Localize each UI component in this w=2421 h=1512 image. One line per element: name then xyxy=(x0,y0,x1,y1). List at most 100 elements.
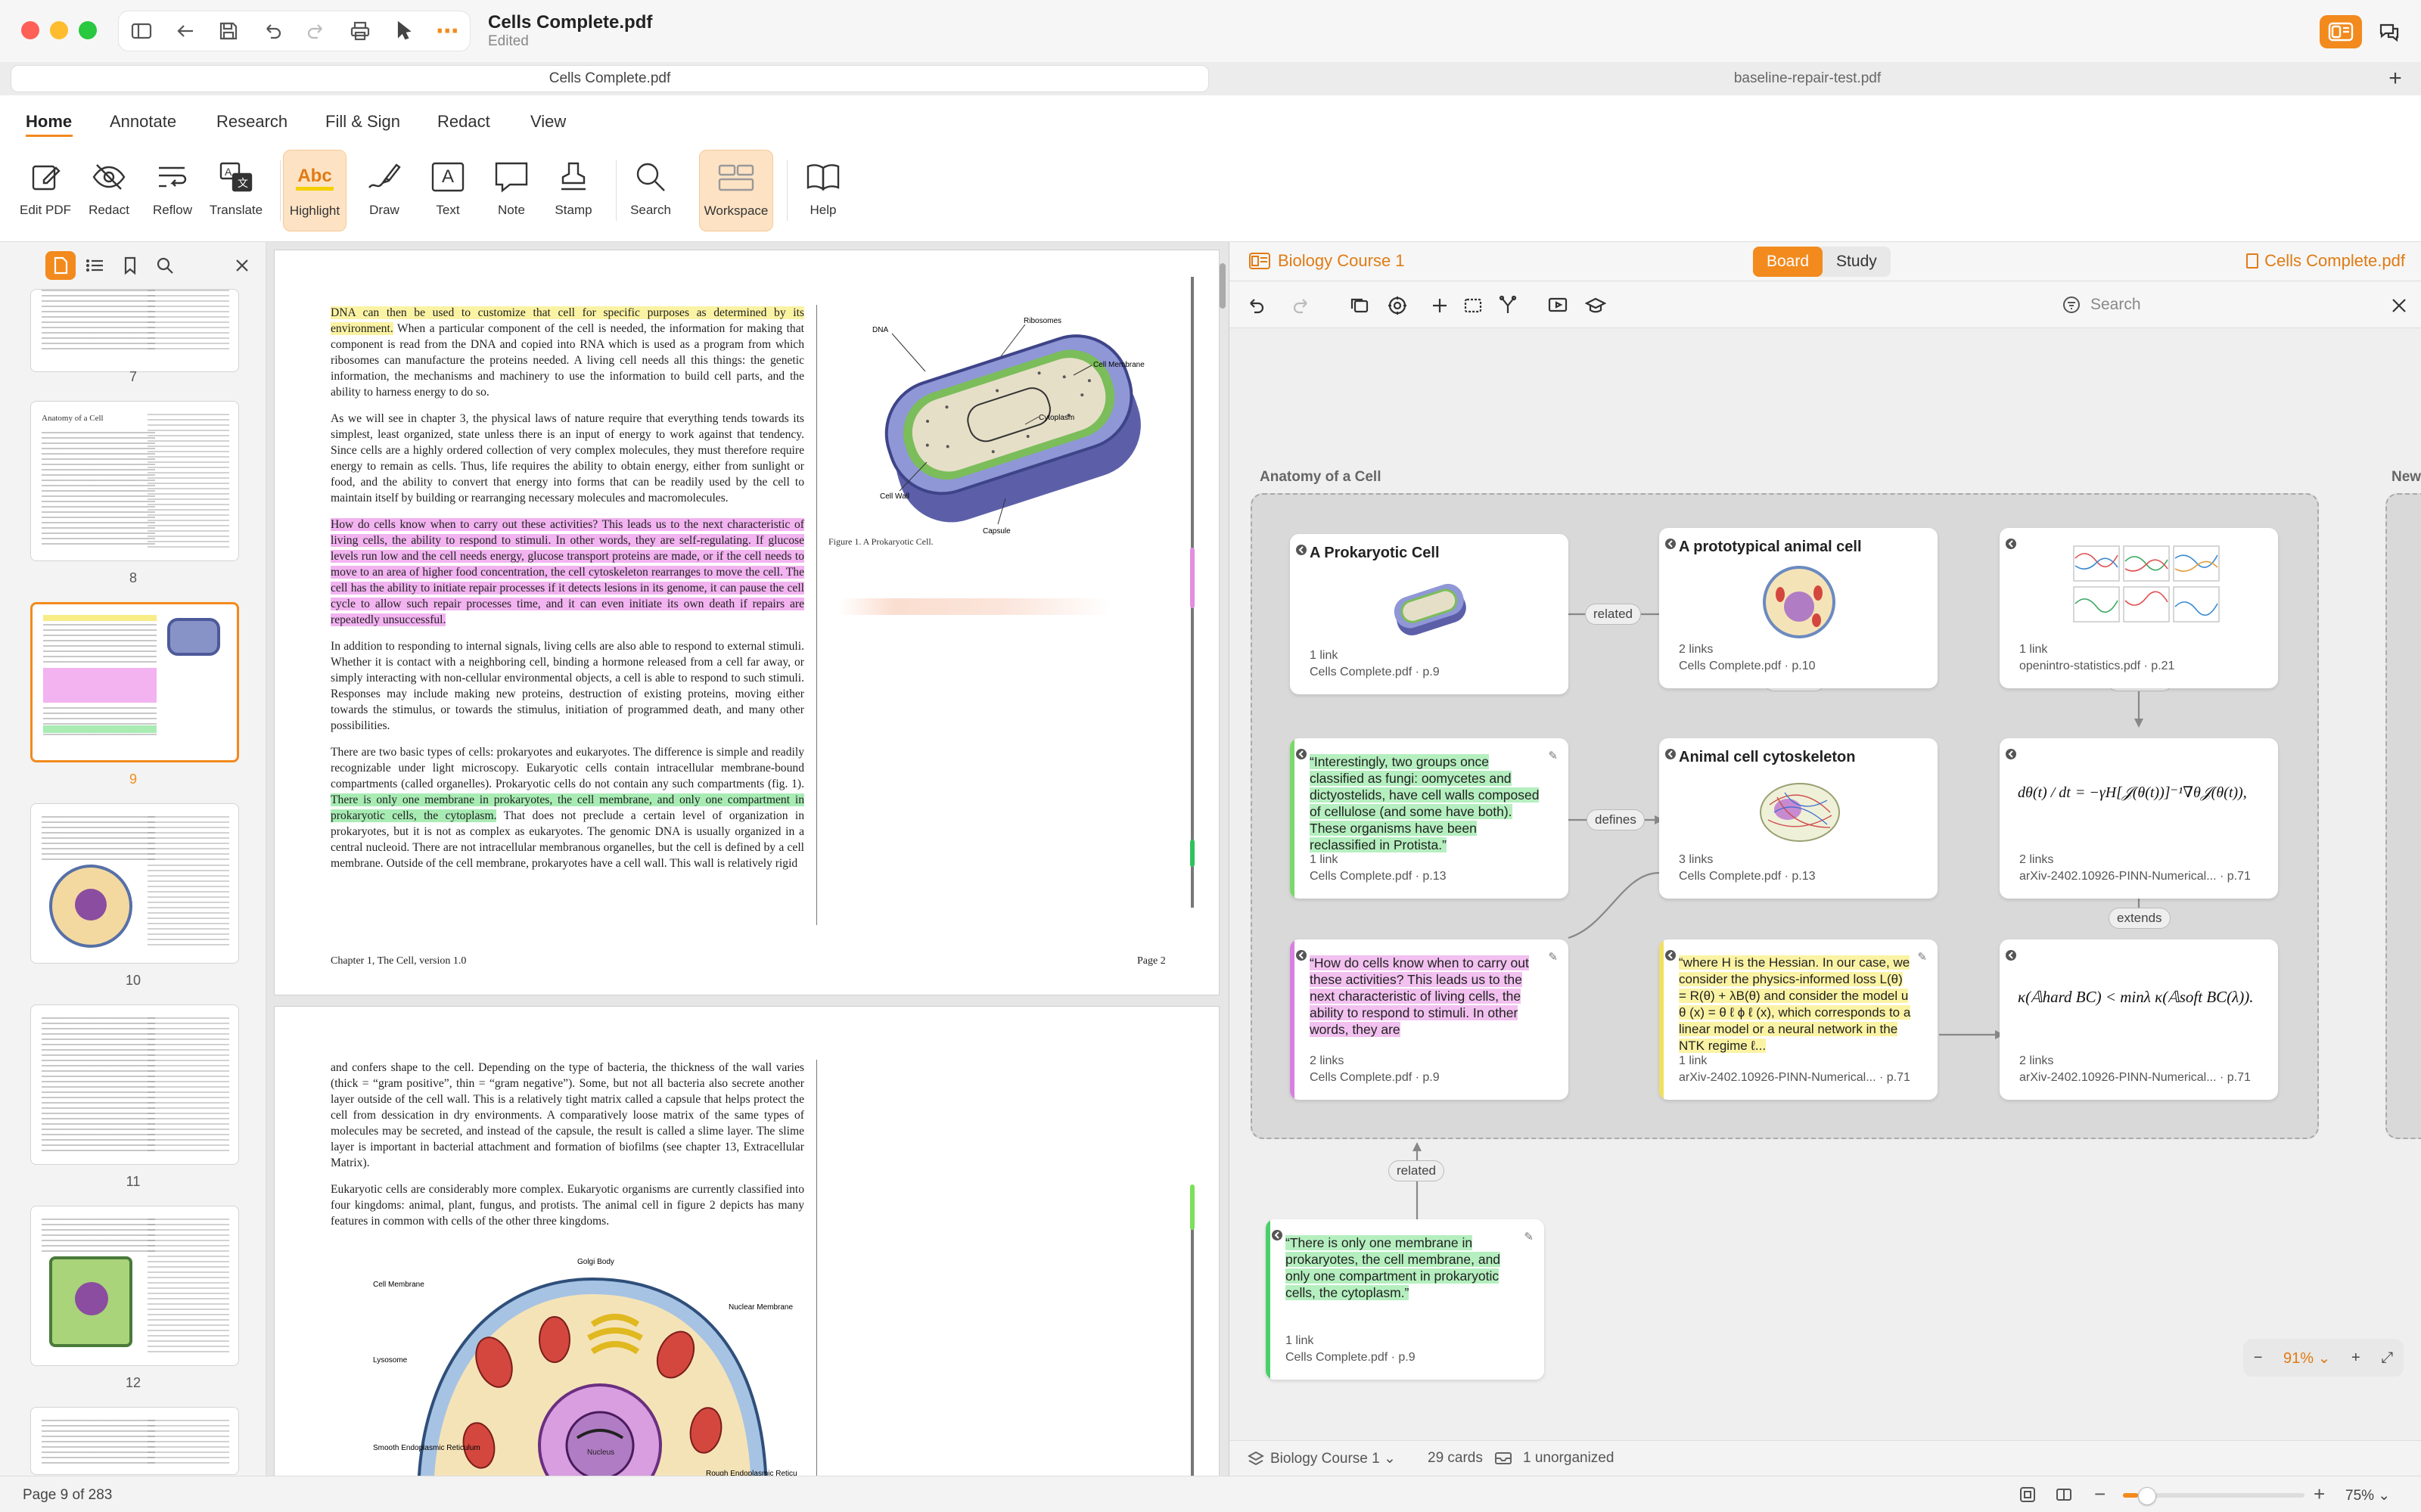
minimize-window-button[interactable] xyxy=(50,21,68,39)
board-undo-icon[interactable] xyxy=(1243,293,1267,318)
thumbnail-page-13[interactable] xyxy=(30,1407,239,1475)
edit-icon[interactable]: ✎ xyxy=(1548,950,1558,964)
thumbnail-page-8[interactable]: Anatomy of a Cell xyxy=(30,401,239,561)
card-source[interactable]: Cells Complete.pdf · p.9 xyxy=(1285,1351,1416,1365)
ai-sparkle-icon[interactable] xyxy=(1385,293,1409,318)
workspace-toggle-button[interactable] xyxy=(2320,15,2362,48)
board-selector[interactable]: Biology Course 1 ⌄ xyxy=(1270,1450,1396,1467)
present-icon[interactable] xyxy=(1546,293,1570,318)
bookmarks-tab[interactable] xyxy=(115,251,145,280)
ink-annotation[interactable] xyxy=(839,598,1111,615)
print-icon[interactable] xyxy=(348,18,372,44)
zoom-out-button[interactable]: − xyxy=(2094,1483,2106,1506)
edit-icon[interactable]: ✎ xyxy=(1917,950,1927,964)
zoom-out-icon[interactable]: − xyxy=(2254,1349,2263,1367)
pointer-icon[interactable] xyxy=(392,18,416,44)
menu-home[interactable]: Home xyxy=(26,112,72,132)
card-source[interactable]: arXiv-2402.10926-PINN-Numerical... · p.7… xyxy=(2019,870,2251,883)
card-source[interactable]: arXiv-2402.10926-PINN-Numerical... · p.7… xyxy=(1679,1071,1910,1085)
card-fungi-quote[interactable]: ✎ “Interestingly, two groups once classi… xyxy=(1290,738,1568,899)
back-icon[interactable] xyxy=(173,18,197,44)
card-source[interactable]: openintro-statistics.pdf · p.21 xyxy=(2019,660,2174,673)
menu-annotate[interactable]: Annotate xyxy=(110,112,176,132)
card-membrane-quote[interactable]: ✎ “There is only one membrane in prokary… xyxy=(1266,1219,1544,1380)
close-window-button[interactable] xyxy=(21,21,39,39)
board-search-input[interactable] xyxy=(2090,296,2348,314)
highlighted-text[interactable]: How do cells know when to carry out thes… xyxy=(331,518,804,626)
mode-board[interactable]: Board xyxy=(1753,247,1823,277)
mode-study[interactable]: Study xyxy=(1823,247,1891,277)
pdf-viewer[interactable]: DNA can then be used to customize that c… xyxy=(266,242,1229,1476)
workspace-button[interactable]: Workspace xyxy=(699,150,773,231)
stamp-button[interactable]: Stamp xyxy=(537,150,610,231)
zoom-in-button[interactable]: + xyxy=(2314,1483,2325,1506)
highlight-button[interactable]: Abc Highlight xyxy=(283,150,347,231)
close-workspace-icon[interactable] xyxy=(2387,293,2411,318)
search-button[interactable]: Search xyxy=(614,150,687,231)
save-icon[interactable] xyxy=(217,18,241,44)
thumbnail-page-12[interactable] xyxy=(30,1206,239,1366)
edge-label[interactable]: defines xyxy=(1587,809,1645,831)
card-prokaryotic-cell[interactable]: A Prokaryotic Cell 1 link Cells Complete… xyxy=(1290,534,1568,694)
zoom-slider-track[interactable] xyxy=(2123,1487,2304,1505)
card-source[interactable]: Cells Complete.pdf · p.9 xyxy=(1310,1071,1440,1085)
thumbnail-page-7[interactable] xyxy=(30,289,239,372)
add-group-icon[interactable] xyxy=(1461,293,1485,318)
tab-baseline-repair-test[interactable]: baseline-repair-test.pdf xyxy=(1214,65,2401,92)
close-sidebar-button[interactable] xyxy=(227,251,257,280)
chat-button[interactable] xyxy=(2368,15,2410,48)
card-source[interactable]: Cells Complete.pdf · p.9 xyxy=(1310,666,1440,679)
edge-label[interactable]: extends xyxy=(2109,908,2171,929)
edit-pdf-button[interactable]: Edit PDF xyxy=(9,150,82,231)
card-source[interactable]: arXiv-2402.10926-PINN-Numerical... · p.7… xyxy=(2019,1071,2251,1085)
draw-button[interactable]: Draw xyxy=(348,150,421,231)
card-source[interactable]: Cells Complete.pdf · p.10 xyxy=(1679,660,1816,673)
card-stimuli-quote[interactable]: ✎ “How do cells know when to carry out t… xyxy=(1290,939,1568,1100)
card-source[interactable]: Cells Complete.pdf · p.13 xyxy=(1679,870,1816,883)
study-cap-icon[interactable] xyxy=(1583,293,1608,318)
zoom-in-icon[interactable]: + xyxy=(2351,1349,2360,1367)
thumbnail-page-9[interactable] xyxy=(30,602,239,762)
fit-to-screen-icon[interactable]: ⤢ xyxy=(2381,1349,2393,1367)
edit-icon[interactable]: ✎ xyxy=(1524,1230,1534,1243)
menu-redact[interactable]: Redact xyxy=(437,112,490,132)
zoom-level[interactable]: 91% ⌄ xyxy=(2283,1349,2330,1368)
new-tab-icon[interactable]: + xyxy=(2382,65,2409,92)
add-card-icon[interactable] xyxy=(1428,293,1452,318)
card-formula-gradient-flow[interactable]: dθ(t) / dt = −γH[𝒥(θ(t))]⁻¹∇θ𝒥(θ(t)), 2 … xyxy=(2000,738,2278,899)
filter-icon[interactable] xyxy=(2062,295,2081,315)
annotation-marker-green[interactable] xyxy=(1190,840,1195,867)
zoom-window-button[interactable] xyxy=(79,21,97,39)
card-hessian-quote[interactable]: ✎ “where H is the Hessian. In our case, … xyxy=(1659,939,1938,1100)
annotation-marker-pink[interactable] xyxy=(1190,548,1195,608)
duplicate-icon[interactable] xyxy=(1347,293,1372,318)
zoom-slider-thumb[interactable] xyxy=(2138,1487,2156,1505)
more-icon[interactable]: ⋯ xyxy=(435,18,459,44)
edit-icon[interactable]: ✎ xyxy=(1548,749,1558,762)
vertical-scrollbar[interactable] xyxy=(1220,263,1226,309)
edge-label[interactable]: related xyxy=(1388,1160,1444,1181)
board-canvas[interactable]: Anatomy of a Cell New related extends su… xyxy=(1229,328,2421,1440)
card-cytoskeleton[interactable]: Animal cell cytoskeleton 3 links Cells C… xyxy=(1659,738,1938,899)
thumbnail-page-10[interactable] xyxy=(30,803,239,964)
card-source[interactable]: Cells Complete.pdf · p.13 xyxy=(1310,870,1447,883)
workspace-title[interactable]: Biology Course 1 xyxy=(1249,251,1405,271)
zoom-percentage[interactable]: 75% ⌄ xyxy=(2345,1487,2390,1504)
page-layout-icon[interactable] xyxy=(2055,1486,2073,1504)
connect-icon[interactable] xyxy=(1496,293,1520,318)
text-button[interactable]: A Text xyxy=(412,150,484,231)
sidebar-search-tab[interactable] xyxy=(150,251,180,280)
translate-button[interactable]: A文 Translate xyxy=(200,150,272,231)
redo-icon[interactable] xyxy=(304,18,328,44)
outline-tab[interactable] xyxy=(80,251,110,280)
board-redo-icon[interactable] xyxy=(1290,293,1314,318)
menu-research[interactable]: Research xyxy=(216,112,287,132)
redact-button[interactable]: Redact xyxy=(73,150,145,231)
fit-page-icon[interactable] xyxy=(2019,1486,2037,1504)
card-animal-cell[interactable]: A prototypical animal cell 2 links Cells… xyxy=(1659,528,1938,688)
page-scroll-track[interactable] xyxy=(1191,1225,1194,1476)
annotation-marker-lime[interactable] xyxy=(1190,1184,1195,1230)
card-statistics-figure[interactable]: 1 link openintro-statistics.pdf · p.21 xyxy=(2000,528,2278,688)
help-button[interactable]: Help xyxy=(787,150,859,231)
edge-label[interactable]: related xyxy=(1585,604,1641,625)
